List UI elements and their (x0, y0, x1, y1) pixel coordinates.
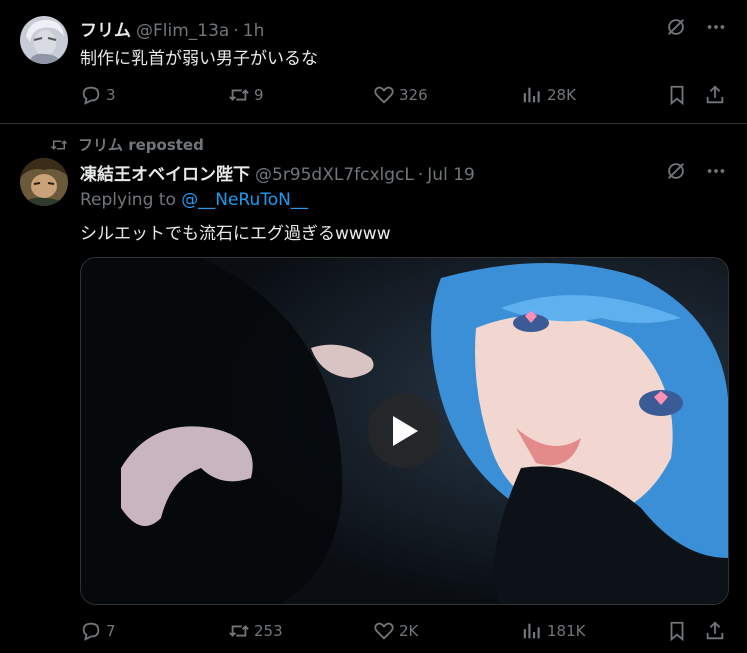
play-icon (390, 414, 420, 448)
share-button[interactable] (704, 84, 730, 106)
tweet-text: 制作に乳首が弱い男子がいるな (80, 49, 318, 69)
display-name[interactable]: 凍結王オベイロン陛下 (80, 160, 250, 185)
repost-count: 9 (254, 86, 264, 104)
video-player[interactable] (80, 257, 729, 605)
share-icon (704, 620, 726, 642)
like-count: 2K (399, 622, 419, 640)
timestamp[interactable]: Jul 19 (427, 165, 475, 185)
repost-icon (228, 620, 250, 642)
view-count: 28K (547, 86, 576, 104)
heart-icon (373, 620, 395, 642)
like-button[interactable]: 326 (373, 84, 428, 106)
bookmark-icon (666, 84, 688, 106)
avatar[interactable] (20, 16, 68, 64)
share-icon (704, 84, 726, 106)
timestamp[interactable]: 1h (243, 21, 265, 41)
grok-icon[interactable] (665, 160, 687, 182)
repost-icon (228, 84, 250, 106)
reply-count: 3 (106, 86, 116, 104)
reply-icon (80, 620, 102, 642)
separator-dot: · (417, 165, 424, 185)
replying-to-prefix: Replying to (80, 190, 182, 210)
view-count: 181K (547, 622, 586, 640)
analytics-icon (521, 84, 543, 106)
mention-link[interactable]: @__NeRuToN__ (181, 190, 308, 210)
reply-button[interactable]: 3 (80, 84, 116, 106)
repost-button[interactable]: 9 (228, 84, 264, 106)
user-handle[interactable]: @Flim_13a (136, 21, 229, 41)
bookmark-icon (666, 620, 688, 642)
tweet[interactable]: フリム reposted 凍結王オベイロン陛下 @5r95dXL7fcxlgcL… (0, 124, 747, 653)
avatar[interactable] (20, 158, 68, 206)
play-button[interactable] (368, 394, 442, 468)
more-options-icon[interactable] (705, 160, 727, 182)
action-bar: 7 253 2K 181K (80, 620, 727, 644)
views-button[interactable]: 28K (521, 84, 576, 106)
bookmark-button[interactable] (666, 84, 692, 106)
repost-context-label: フリム reposted (78, 136, 204, 154)
reply-button[interactable]: 7 (80, 620, 116, 642)
action-bar: 3 9 326 28K (80, 84, 727, 108)
repost-button[interactable]: 253 (228, 620, 283, 642)
tweet[interactable]: フリム @Flim_13a · 1h 制作に乳首が弱い男子がいるな 3 9 32… (0, 0, 747, 124)
grok-icon[interactable] (665, 16, 687, 38)
heart-icon (373, 84, 395, 106)
share-button[interactable] (704, 620, 730, 642)
repost-icon (50, 136, 68, 154)
display-name[interactable]: フリム (80, 16, 131, 41)
user-handle[interactable]: @5r95dXL7fcxlgcL (255, 165, 414, 185)
reply-count: 7 (106, 622, 116, 640)
bookmark-button[interactable] (666, 620, 692, 642)
like-button[interactable]: 2K (373, 620, 418, 642)
more-options-icon[interactable] (705, 16, 727, 38)
separator-dot: · (233, 21, 239, 41)
reply-icon (80, 84, 102, 106)
repost-count: 253 (254, 622, 283, 640)
views-button[interactable]: 181K (521, 620, 585, 642)
tweet-text: シルエットでも流石にエグ過ぎるwwww (80, 224, 391, 244)
repost-context[interactable]: フリム reposted (50, 134, 204, 155)
analytics-icon (521, 620, 543, 642)
replying-to: Replying to @__NeRuToN__ (80, 190, 308, 210)
like-count: 326 (399, 86, 428, 104)
